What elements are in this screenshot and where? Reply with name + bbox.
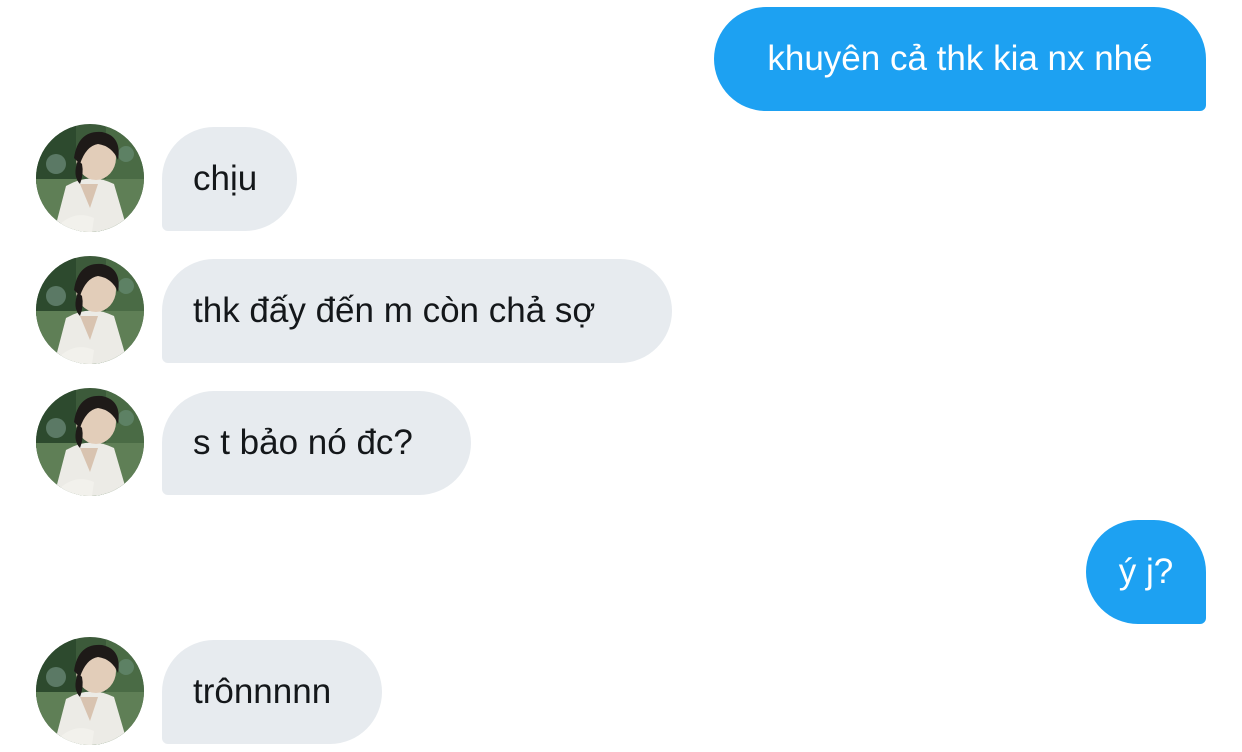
outgoing-message-bubble[interactable]: ý j? xyxy=(1086,520,1206,624)
avatar-photo-icon xyxy=(36,388,144,496)
outgoing-message-bubble[interactable]: khuyên cả thk kia nx nhé xyxy=(714,7,1206,111)
message-text: khuyên cả thk kia nx nhé xyxy=(767,38,1153,78)
message-text: chịu xyxy=(193,158,258,198)
user-avatar[interactable] xyxy=(36,256,144,364)
message-text: s t bảo nó đc? xyxy=(193,422,413,462)
avatar-photo-icon xyxy=(36,637,144,745)
user-avatar[interactable] xyxy=(36,124,144,232)
avatar-photo-icon xyxy=(36,124,144,232)
message-text: trônnnnn xyxy=(193,671,332,711)
incoming-message-bubble[interactable]: chịu xyxy=(162,127,297,231)
incoming-message-bubble[interactable]: thk đấy đến m còn chả sợ xyxy=(162,259,672,363)
user-avatar[interactable] xyxy=(36,637,144,745)
incoming-message-bubble[interactable]: s t bảo nó đc? xyxy=(162,391,471,495)
user-avatar[interactable] xyxy=(36,388,144,496)
message-text: ý j? xyxy=(1118,551,1174,591)
message-text: thk đấy đến m còn chả sợ xyxy=(193,290,596,330)
avatar-photo-icon xyxy=(36,256,144,364)
incoming-message-bubble[interactable]: trônnnnn xyxy=(162,640,382,744)
